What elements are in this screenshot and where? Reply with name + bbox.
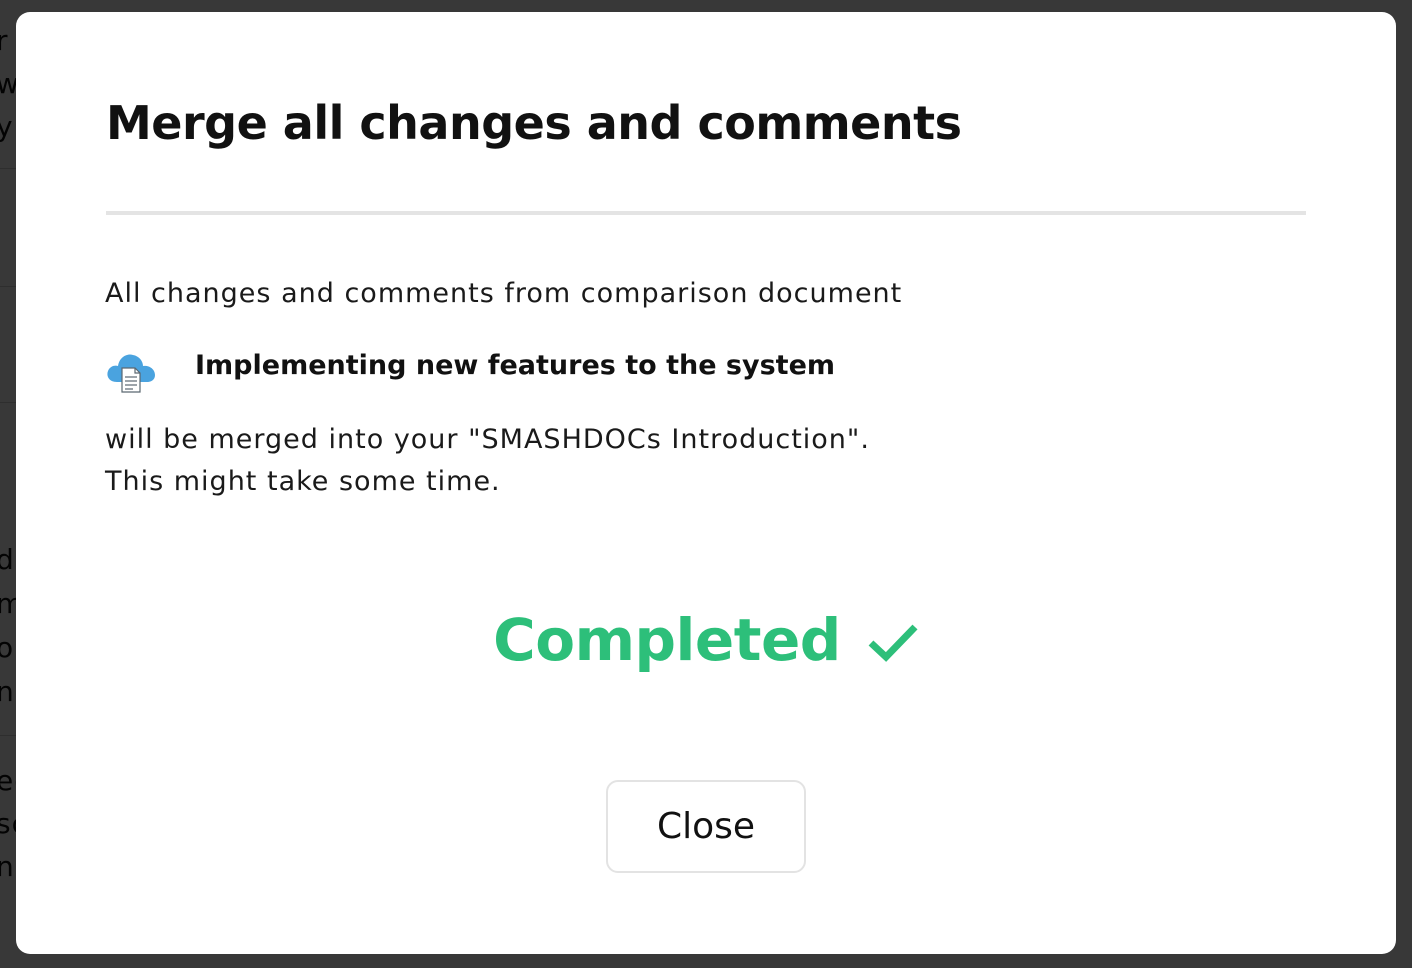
- merge-status: Completed: [16, 600, 1396, 680]
- status-label: Completed: [493, 606, 841, 674]
- comparison-document-row: Implementing new features to the system: [105, 348, 1005, 396]
- comparison-document-title: Implementing new features to the system: [195, 350, 836, 381]
- merge-dialog: Merge all changes and comments All chang…: [16, 12, 1396, 954]
- description-time-note: This might take some time.: [105, 466, 501, 497]
- close-button[interactable]: Close: [606, 780, 806, 873]
- title-divider: [106, 211, 1306, 215]
- description-intro: All changes and comments from comparison…: [105, 278, 903, 309]
- checkmark-icon: [868, 624, 918, 662]
- cloud-document-icon: [107, 354, 155, 393]
- dialog-title: Merge all changes and comments: [106, 96, 962, 150]
- description-merge-target: will be merged into your "SMASHDOCs Intr…: [105, 424, 870, 455]
